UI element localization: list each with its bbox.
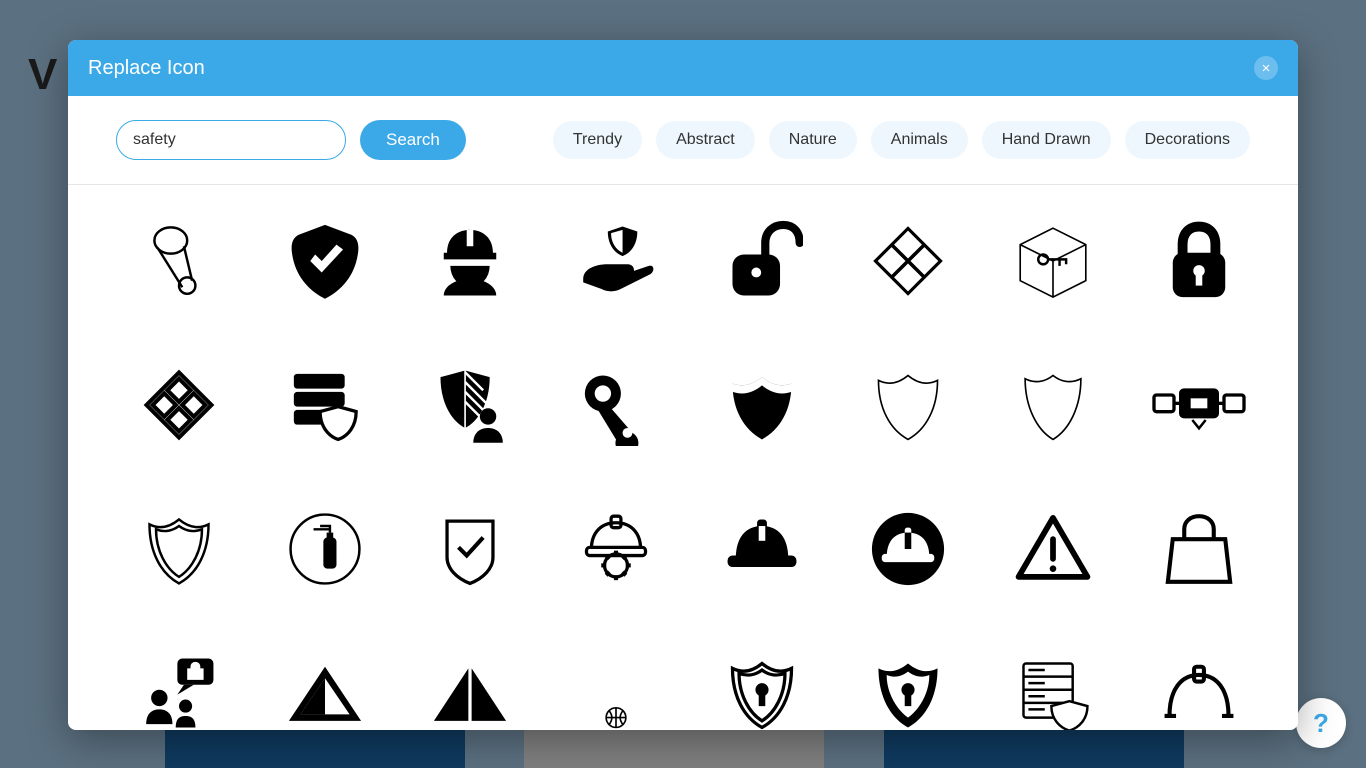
category-chip-decorations[interactable]: Decorations xyxy=(1125,121,1250,159)
hardhat-solid-icon xyxy=(721,508,803,590)
diamond-grid-solid-icon xyxy=(867,220,949,302)
server-shield-solid-icon xyxy=(284,364,366,446)
people-lock-chat-icon xyxy=(138,652,220,730)
icon-triangle-half-solid[interactable] xyxy=(420,645,522,730)
icon-shield-keyhole-solid[interactable] xyxy=(857,645,959,730)
lock-bag-outline-icon xyxy=(1158,508,1240,590)
triangle-half-outline-icon xyxy=(284,652,366,730)
hand-shield-icon xyxy=(575,220,657,302)
category-chip-animals[interactable]: Animals xyxy=(871,121,968,159)
shield-keyhole-solid-icon xyxy=(867,652,949,730)
icon-seatbelt-buckle[interactable] xyxy=(1148,357,1250,453)
globe-small-outline-icon xyxy=(575,652,657,730)
search-input[interactable] xyxy=(133,131,340,149)
badge-check-solid-icon xyxy=(284,220,366,302)
category-chip-trendy[interactable]: Trendy xyxy=(553,121,642,159)
seatbelt-buckle-icon xyxy=(1149,365,1249,445)
icon-badge-check-solid[interactable] xyxy=(274,213,376,309)
icon-padlock-open-solid[interactable] xyxy=(711,213,813,309)
icon-shield-keyhole-outline[interactable] xyxy=(711,645,813,730)
shield-keyhole-outline-icon xyxy=(721,652,803,730)
icon-hardhat-gear-outline[interactable] xyxy=(565,501,667,597)
icon-warning-triangle-outline[interactable] xyxy=(1003,501,1105,597)
hardhat-gear-outline-icon xyxy=(575,508,657,590)
icon-diamond-grid-solid[interactable] xyxy=(857,213,959,309)
icon-people-lock-chat[interactable] xyxy=(128,645,230,730)
shield-person-hatched-icon xyxy=(429,364,511,446)
shield-outline-bold-icon xyxy=(138,508,220,590)
close-button[interactable]: × xyxy=(1254,56,1278,80)
icon-shield-outline-bold[interactable] xyxy=(128,501,230,597)
hardhat-arc-outline-icon xyxy=(1158,652,1240,730)
icon-grid-scroll[interactable] xyxy=(68,185,1298,730)
icon-diamond-grid-outline[interactable] xyxy=(128,357,230,453)
search-button[interactable]: Search xyxy=(360,120,466,160)
icon-shield-person-hatched[interactable] xyxy=(420,357,522,453)
background-letter: V xyxy=(28,50,57,100)
shield-outline-thin-a-icon xyxy=(867,364,949,446)
safe-box-key-outline-icon xyxy=(1012,220,1094,302)
safety-pin-outline-icon xyxy=(138,220,220,302)
safety-pin-solid-icon xyxy=(575,364,657,446)
icon-construction-worker-solid[interactable] xyxy=(420,213,522,309)
icon-shield-outline-thin-b[interactable] xyxy=(1003,357,1105,453)
category-chip-hand-drawn[interactable]: Hand Drawn xyxy=(982,121,1111,159)
construction-worker-solid-icon xyxy=(429,220,511,302)
icon-globe-small-outline[interactable] xyxy=(565,645,667,730)
icon-lock-bag-outline[interactable] xyxy=(1148,501,1250,597)
icon-hardhat-solid[interactable] xyxy=(711,501,813,597)
icon-triangle-half-outline[interactable] xyxy=(274,645,376,730)
icon-shield-check-outline[interactable] xyxy=(420,501,522,597)
icon-fire-extinguisher-circle[interactable] xyxy=(274,501,376,597)
icon-safety-pin-solid[interactable] xyxy=(565,357,667,453)
server-rack-shield-outline-icon xyxy=(1012,652,1094,730)
search-field-wrap xyxy=(116,120,346,160)
hardhat-circle-solid-icon xyxy=(867,508,949,590)
help-button[interactable]: ? xyxy=(1296,698,1346,748)
modal-title: Replace Icon xyxy=(88,57,205,80)
padlock-solid-icon xyxy=(1158,220,1240,302)
icon-safety-pin-outline[interactable] xyxy=(128,213,230,309)
icon-hand-shield[interactable] xyxy=(565,213,667,309)
search-toolbar: Search Trendy Abstract Nature Animals Ha… xyxy=(68,96,1298,185)
category-chip-nature[interactable]: Nature xyxy=(769,121,857,159)
shield-check-outline-icon xyxy=(429,508,511,590)
icon-server-rack-shield-outline[interactable] xyxy=(1003,645,1105,730)
padlock-open-solid-icon xyxy=(721,220,803,302)
icon-padlock-solid[interactable] xyxy=(1148,213,1250,309)
icon-hardhat-circle-solid[interactable] xyxy=(857,501,959,597)
diamond-grid-outline-icon xyxy=(138,364,220,446)
icon-grid xyxy=(128,213,1250,730)
shield-outline-thin-b-icon xyxy=(1012,364,1094,446)
close-icon: × xyxy=(1262,60,1271,77)
replace-icon-modal: Replace Icon × Search Trendy Abstract Na… xyxy=(68,40,1298,730)
icon-shield-crest-solid[interactable] xyxy=(711,357,813,453)
icon-shield-outline-thin-a[interactable] xyxy=(857,357,959,453)
icon-safe-box-key-outline[interactable] xyxy=(1003,213,1105,309)
triangle-half-solid-icon xyxy=(429,652,511,730)
warning-triangle-outline-icon xyxy=(1012,508,1094,590)
fire-extinguisher-circle-icon xyxy=(284,508,366,590)
icon-server-shield-solid[interactable] xyxy=(274,357,376,453)
icon-hardhat-arc-outline[interactable] xyxy=(1148,645,1250,730)
modal-header: Replace Icon × xyxy=(68,40,1298,96)
shield-crest-solid-icon xyxy=(721,364,803,446)
category-chip-abstract[interactable]: Abstract xyxy=(656,121,755,159)
